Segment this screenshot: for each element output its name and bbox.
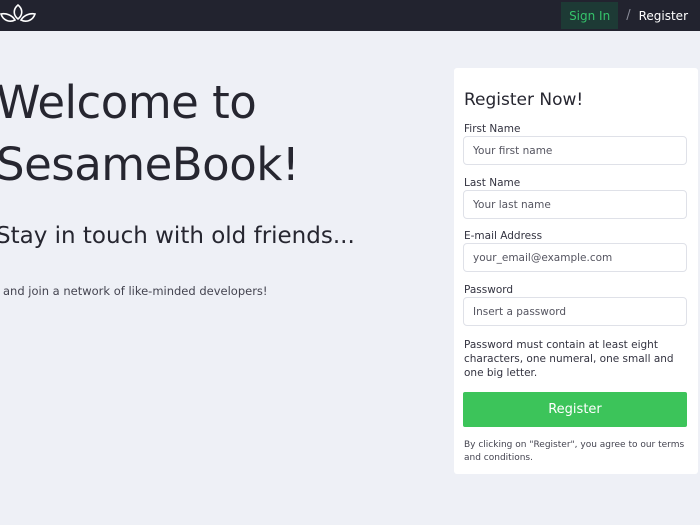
hero-title: Welcome to SesameBook! — [0, 72, 416, 196]
first-name-label: First Name — [464, 123, 521, 135]
password-field[interactable] — [463, 297, 687, 326]
first-name-field[interactable] — [463, 136, 687, 165]
form-title: Register Now! — [464, 90, 584, 110]
hero-title-line-1: Welcome to — [0, 76, 257, 129]
sign-in-link[interactable]: Sign In — [561, 2, 619, 29]
password-label: Password — [464, 284, 514, 296]
register-nav-link[interactable]: Register — [639, 9, 688, 23]
navbar: Sign In / Register — [0, 0, 700, 31]
nav-links: Sign In / Register — [561, 0, 700, 31]
register-button[interactable]: Register — [463, 392, 687, 427]
terms-text: By clicking on "Register", you agree to … — [464, 440, 685, 463]
sesame-leaves-icon[interactable] — [0, 2, 38, 28]
hero-note: and join a network of like-minded develo… — [3, 284, 268, 298]
email-label: E-mail Address — [464, 230, 543, 242]
password-hint: Password must contain at least eight cha… — [464, 339, 674, 379]
nav-separator: / — [626, 8, 631, 23]
last-name-label: Last Name — [464, 177, 521, 189]
email-field[interactable] — [463, 243, 687, 272]
hero-title-line-2: SesameBook! — [0, 138, 300, 191]
last-name-field[interactable] — [463, 190, 687, 219]
hero-subtitle: Stay in touch with old friends... — [0, 223, 355, 249]
register-form-card: Register Now! First Name Last Name E-mai… — [454, 68, 698, 474]
